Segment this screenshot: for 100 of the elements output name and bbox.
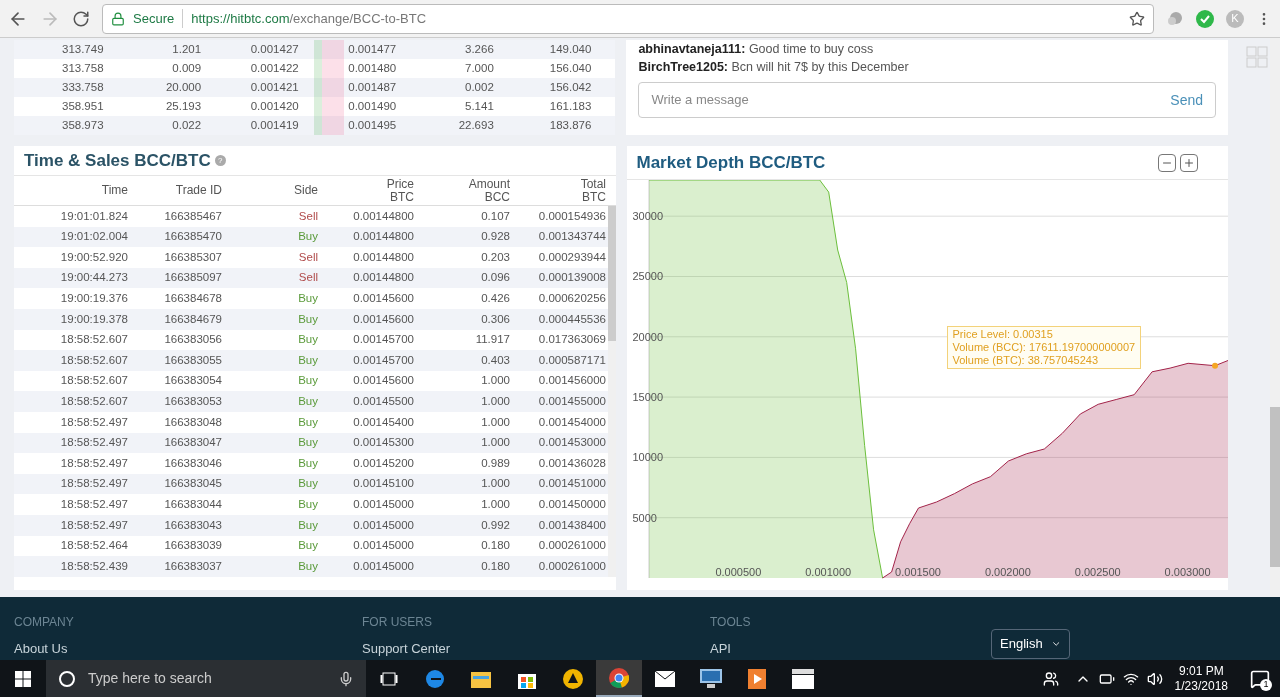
search-box[interactable]: Type here to search	[46, 660, 366, 697]
table-cell-text: 1.201	[171, 41, 203, 57]
table-cell-text: 11.917	[474, 332, 510, 348]
axis-label: 0.000500	[715, 565, 762, 580]
axis-label: 20000	[632, 329, 664, 345]
table-cell-text: 0.403	[480, 352, 510, 368]
table-cell-text: 166384679	[163, 311, 222, 327]
table-cell-text: 0.00145200	[352, 455, 414, 471]
table-cell-text: 22.693	[457, 117, 495, 133]
language-select[interactable]: English	[991, 629, 1070, 659]
search-field[interactable]: Type here to search	[88, 668, 326, 689]
table-cell-text: 0.00145000	[352, 497, 414, 512]
table-cell-text: 1.000	[480, 373, 510, 389]
table-cell-text: 0.001422	[249, 60, 300, 76]
table-cell-text: Buy	[297, 517, 318, 533]
table-cell-text: 0.096	[480, 270, 510, 286]
table-cell-text: 166383046	[163, 455, 222, 471]
volume-icon[interactable]	[1146, 670, 1163, 687]
column-header: Trade ID	[174, 184, 222, 197]
table-cell-text: 0.00145000	[352, 517, 414, 533]
footer-link[interactable]: About Us	[14, 639, 68, 659]
zoom-out-button[interactable]	[1158, 153, 1176, 172]
footer-heading: COMPANY	[14, 614, 75, 631]
table-cell-text: 161.183	[548, 98, 593, 114]
table-cell-text: 1.000	[480, 414, 510, 430]
table-cell-text: 0.000261000	[537, 558, 606, 574]
table-cell-text: 166385467	[163, 208, 222, 224]
page-scrollbar[interactable]	[1270, 38, 1280, 597]
table-cell-text: 3.266	[464, 41, 495, 57]
axis-label: 0.001000	[805, 565, 852, 580]
clock[interactable]: 9:01 PM 1/23/2018	[1174, 663, 1228, 694]
table-cell-text: 0.002	[464, 79, 495, 95]
table-cell-text: 0.426	[480, 291, 510, 307]
table-cell-text: 0.001420	[249, 98, 300, 114]
microphone-icon[interactable]	[338, 670, 354, 687]
bookmark-star-icon[interactable]	[1129, 10, 1145, 27]
table-cell-text: 0.000154936	[537, 208, 606, 224]
table-cell-text: 0.928	[480, 229, 510, 245]
table-cell-text: 25.193	[164, 98, 203, 114]
table-cell-text: 18:58:52.439	[59, 558, 128, 574]
footer-heading: FOR USERS	[362, 614, 433, 631]
cortana-circle-icon[interactable]	[58, 669, 76, 688]
table-cell-text: 0.001343744	[537, 229, 606, 245]
table-cell-text: 166385470	[163, 229, 222, 245]
people-icon[interactable]	[1042, 670, 1059, 687]
chat-message: abhinavtaneja111: Good time to buy coss	[638, 41, 875, 58]
table-cell-text: 0.000620256	[537, 291, 606, 307]
footer-link[interactable]: API	[710, 639, 731, 659]
table-cell-text: 0.000139008	[537, 270, 606, 286]
table-cell-text: 1.000	[480, 435, 510, 451]
table-cell-text: 0.022	[171, 117, 203, 133]
send-button[interactable]: Send	[1170, 89, 1203, 111]
table-cell-text: 0.001451000	[537, 476, 606, 492]
table-cell-text: Buy	[297, 558, 318, 574]
table-cell-text: 333.758	[61, 79, 105, 95]
table-cell-text: 0.001436028	[537, 455, 606, 471]
table-cell-text: 0.00144800	[352, 229, 414, 245]
table-cell-text: 0.001453000	[537, 435, 606, 451]
table-cell-text: 18:58:52.497	[59, 517, 128, 533]
table-cell-text: 0.203	[480, 249, 510, 265]
panel-title: Time & Sales BCC/BTC	[24, 149, 211, 172]
address-bar[interactable]: Secure https://hitbtc.com/exchange/BCC-to-BTC	[102, 3, 1154, 34]
table-cell-text: 0.00144800	[352, 208, 414, 224]
table-cell-text: 0.001480	[347, 60, 398, 76]
table-cell-text: Sell	[297, 208, 318, 224]
table-cell-text: 166383054	[163, 373, 222, 389]
checkmark-icon[interactable]	[1196, 9, 1214, 28]
panel-title: Market Depth BCC/BTC	[636, 151, 827, 174]
table-cell-text: 166383044	[163, 497, 222, 512]
table-cell-text: 0.180	[480, 558, 510, 574]
reload-button[interactable]	[72, 9, 90, 28]
table-cell-text: 19:00:19.378	[59, 311, 128, 327]
hover-point	[1211, 362, 1218, 369]
table-cell-text: 0.107	[480, 208, 510, 224]
table-cell-text: 149.040	[548, 41, 593, 57]
table-cell-text: 1.000	[480, 497, 510, 512]
table-cell-text: 19:00:44.273	[59, 270, 128, 286]
column-header: Time	[100, 184, 128, 197]
table-cell-text: 0.009	[171, 60, 203, 76]
zoom-in-button[interactable]	[1180, 153, 1198, 172]
table-cell-text: 0.00145000	[352, 538, 414, 554]
chrome-browser-icon[interactable]	[596, 660, 642, 697]
axis-label: 10000	[632, 450, 664, 466]
table-cell-text: Sell	[297, 270, 318, 286]
footer-link[interactable]: Support Center	[362, 639, 451, 659]
tooltip-line: Volume (BTC): 38.757045243	[952, 354, 1100, 367]
axis-label: 0.002000	[984, 565, 1031, 580]
table-cell-text: Buy	[297, 291, 318, 307]
table-cell-text: 20.000	[164, 79, 203, 95]
table-cell-text: 0.00145000	[352, 558, 414, 574]
table-cell-text: 0.00145600	[352, 291, 414, 307]
message-input[interactable]: Write a message Send	[638, 82, 1216, 118]
table-cell-text: 0.00145600	[352, 311, 414, 327]
scrollbar[interactable]	[607, 206, 616, 577]
table-cell-text: 0.001419	[249, 117, 300, 133]
table-cell-text: 166383056	[163, 332, 222, 348]
notifications-button[interactable]: 1	[1240, 660, 1280, 697]
column-header: Side	[292, 184, 318, 197]
tooltip-line: Price Level: 0.00315	[952, 328, 1054, 341]
table-cell-text: 166383039	[163, 538, 222, 554]
